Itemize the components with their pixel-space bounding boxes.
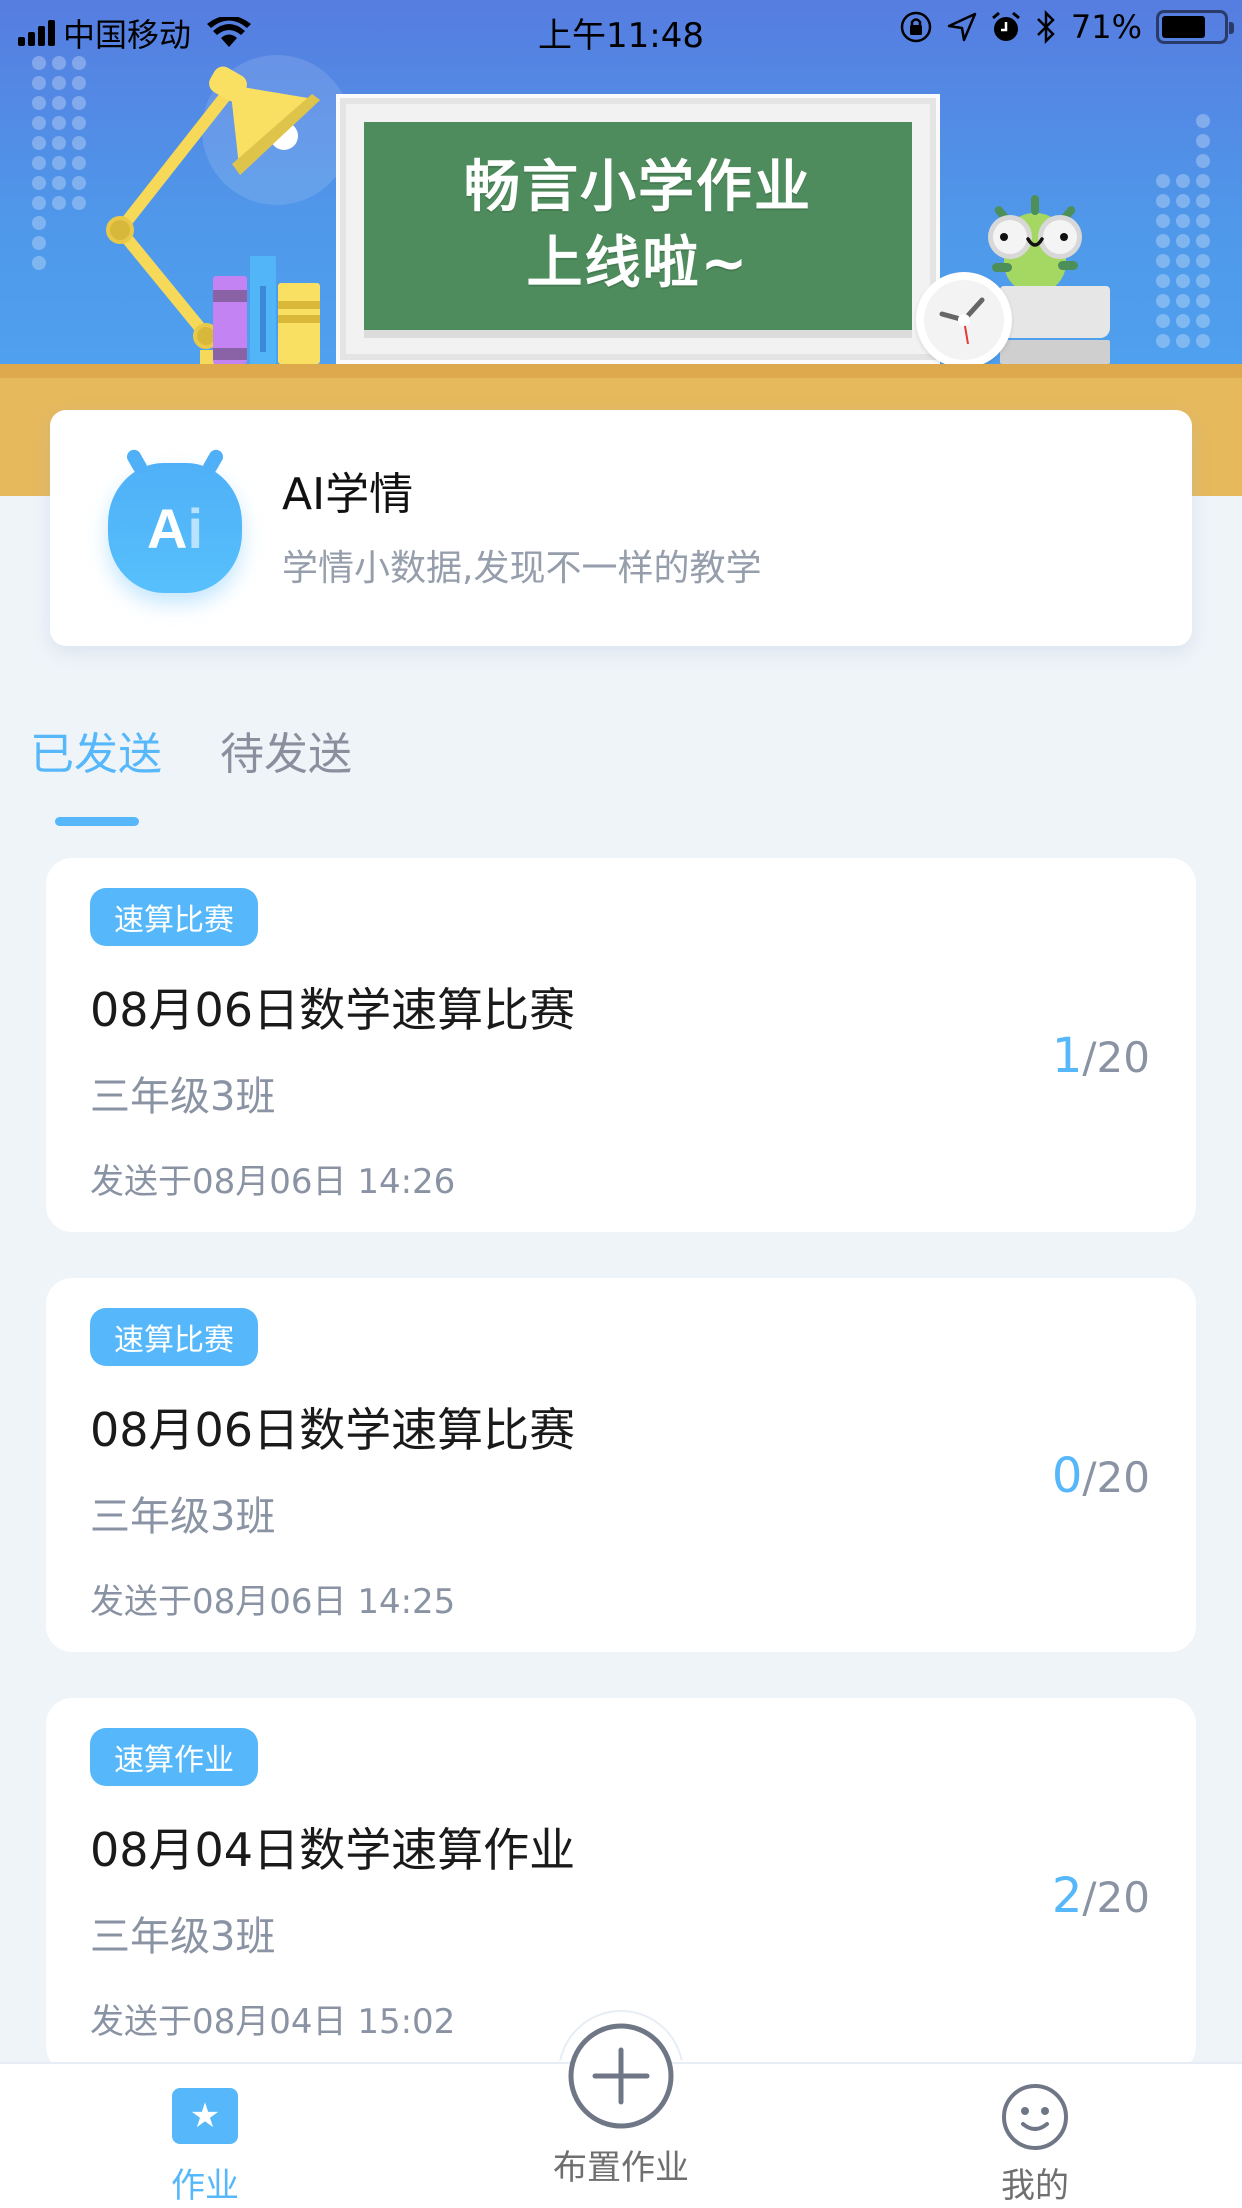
homework-title: 08月06日数学速算比赛: [90, 1403, 576, 1457]
alarm-icon: [991, 11, 1020, 41]
pot-top: [1000, 286, 1110, 338]
homework-card[interactable]: 速算比赛 08月06日数学速算比赛 三年级3班 发送于08月06日 14:25 …: [46, 1278, 1196, 1652]
ai-card-subtitle: 学情小数据,发现不一样的教学: [282, 548, 762, 589]
submitted-count: 1: [1051, 1028, 1083, 1084]
ai-icon-letter-i: i: [187, 496, 203, 560]
ai-insights-card[interactable]: Ai AI学情 学情小数据,发现不一样的教学: [50, 410, 1192, 646]
star-icon: ★: [172, 2088, 238, 2144]
homework-title: 08月04日数学速算作业: [90, 1823, 576, 1877]
decor-dots-right: [1156, 114, 1210, 348]
smiley-face-icon: [1002, 2084, 1068, 2150]
book-blue: [250, 256, 276, 364]
submission-count: 1/20: [1052, 1028, 1150, 1084]
submission-count: 2/20: [1052, 1868, 1150, 1924]
battery-percent: 71%: [1070, 8, 1142, 46]
submitted-count: 2: [1051, 1868, 1083, 1924]
homework-card[interactable]: 速算比赛 08月06日数学速算比赛 三年级3班 发送于08月06日 14:26 …: [46, 858, 1196, 1232]
homework-class: 三年级3班: [90, 1494, 276, 1540]
status-bar: 中国移动 上午11:48 71%: [0, 0, 1242, 60]
battery-level: [1162, 16, 1205, 38]
tab-pending[interactable]: 待发送: [220, 718, 352, 782]
chalkboard: 畅言小学作业 上线啦~: [336, 94, 940, 364]
banner-title-line2: 上线啦~: [526, 231, 750, 296]
submission-count: 0/20: [1052, 1448, 1150, 1504]
nav-assign-homework[interactable]: 布置作业: [540, 2022, 702, 2189]
total-count: /20: [1082, 1453, 1150, 1502]
ai-card-title: AI学情: [282, 469, 414, 520]
location-icon: [947, 12, 977, 42]
homework-type-badge: 速算比赛: [90, 888, 258, 946]
homework-sent-time: 发送于08月04日 15:02: [90, 2002, 456, 2042]
nav-me-label: 我的: [1001, 2166, 1069, 2206]
homework-tabs: 已发送 待发送: [30, 718, 352, 782]
book-yellow: [278, 283, 320, 364]
tab-sent[interactable]: 已发送: [30, 718, 162, 782]
homework-type-badge: 速算作业: [90, 1728, 258, 1786]
total-count: /20: [1082, 1873, 1150, 1922]
nav-homework[interactable]: ★ 作业: [150, 2088, 260, 2207]
tab-active-indicator: [55, 817, 139, 826]
rotation-lock-icon: [900, 11, 932, 43]
book-purple: [213, 276, 247, 364]
nav-assign-label: 布置作业: [553, 2148, 689, 2188]
ai-icon-letter-a: A: [146, 496, 188, 560]
decor-dots-left: [32, 56, 86, 270]
robot-ear-right: [200, 447, 226, 477]
homework-class: 三年级3班: [90, 1074, 276, 1120]
ai-robot-icon: Ai: [108, 447, 242, 593]
desk-edge: [0, 364, 1242, 378]
battery-icon: [1156, 10, 1234, 44]
nav-homework-label: 作业: [171, 2166, 239, 2206]
submitted-count: 0: [1051, 1448, 1083, 1504]
bluetooth-icon: [1036, 10, 1055, 44]
add-circle-icon: [568, 2023, 674, 2129]
chalkboard-surface: 畅言小学作业 上线啦~: [364, 122, 912, 338]
pot-bottom: [1000, 340, 1110, 364]
homework-sent-time: 发送于08月06日 14:25: [90, 1582, 456, 1622]
total-count: /20: [1082, 1033, 1150, 1082]
homework-class: 三年级3班: [90, 1914, 276, 1960]
homework-type-badge: 速算比赛: [90, 1308, 258, 1366]
robot-ear-left: [124, 447, 150, 477]
clock-icon: [916, 272, 1012, 368]
homework-sent-time: 发送于08月06日 14:26: [90, 1162, 456, 1202]
nav-me[interactable]: 我的: [980, 2082, 1090, 2207]
banner-title-line1: 畅言小学作业: [464, 155, 812, 220]
homework-title: 08月06日数学速算比赛: [90, 983, 576, 1037]
